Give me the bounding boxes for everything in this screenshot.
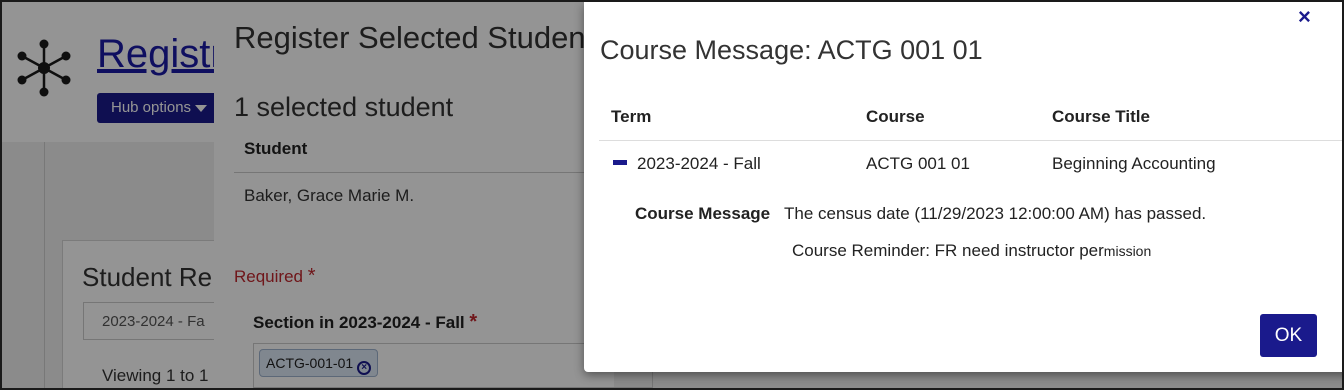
modal-title: Course Message: ACTG 001 01 [600,35,983,65]
screen: Registr Hub options Student Re 2023-2024… [0,0,1344,390]
course-column-header: Course [866,107,925,126]
term-cell: 2023-2024 - Fall [637,154,761,173]
reminder-tail: mission [1103,243,1152,259]
course-reminder-text: Course Reminder: FR need instructor perm… [792,241,1151,261]
course-title-cell: Beginning Accounting [1052,154,1216,173]
course-cell: ACTG 001 01 [866,154,970,173]
header-divider [599,140,1342,141]
ok-button[interactable]: OK [1260,314,1317,357]
course-title-column-header: Course Title [1052,107,1150,126]
collapse-row-icon[interactable] [613,160,627,165]
close-icon[interactable]: × [1298,6,1311,28]
course-message-text: The census date (11/29/2023 12:00:00 AM)… [784,204,1207,223]
term-column-header: Term [611,107,652,126]
reminder-main: Course Reminder: FR need instructor per [792,241,1104,260]
course-message-label: Course Message [635,204,771,223]
